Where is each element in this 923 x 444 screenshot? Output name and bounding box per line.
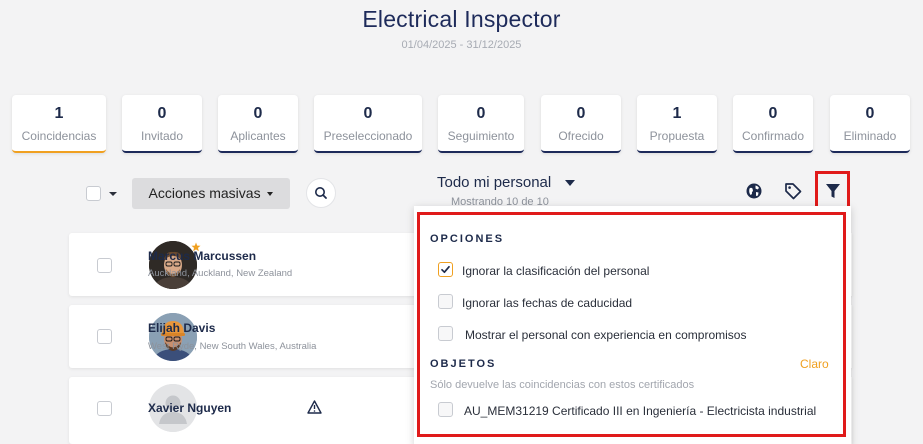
candidate-checkbox[interactable] <box>97 329 112 344</box>
filter-highlight <box>815 171 850 209</box>
candidate-name[interactable]: Marcus Marcussen <box>148 249 256 263</box>
tab-count: 0 <box>253 105 263 122</box>
tab-label: Invitado <box>140 129 184 143</box>
tab-label: Propuesta <box>649 129 705 143</box>
staff-filter-dropdown[interactable]: Todo mi personal <box>437 174 576 191</box>
search-button[interactable] <box>306 178 336 208</box>
tab-count: 0 <box>476 105 486 122</box>
tab-label: Preseleccionado <box>323 129 413 143</box>
tab-count: 0 <box>768 105 778 122</box>
tab-propuesta[interactable]: 1 Propuesta <box>637 95 717 153</box>
chevron-down-icon <box>565 180 576 187</box>
tab-label: Aplicantes <box>230 129 286 143</box>
tab-coincidencias[interactable]: 1 Coincidencias <box>12 95 106 153</box>
tab-confirmado[interactable]: 0 Confirmado <box>733 95 813 153</box>
bulk-actions-label: Acciones masivas <box>148 185 261 201</box>
tab-label: Seguimiento <box>447 129 515 143</box>
candidate-card[interactable] <box>69 233 429 296</box>
panel-highlight <box>417 212 846 437</box>
candidate-card[interactable] <box>69 305 429 368</box>
candidate-card[interactable] <box>69 377 429 444</box>
tab-seguimiento[interactable]: 0 Seguimiento <box>438 95 524 153</box>
tab-count: 0 <box>363 105 373 122</box>
candidate-location: West Ryde, New South Wales, Australia <box>148 341 317 352</box>
staff-filter-label: Todo mi personal <box>437 174 552 191</box>
candidate-checkbox[interactable] <box>97 401 112 416</box>
tab-preseleccionado[interactable]: 0 Preseleccionado <box>314 95 422 153</box>
page-title: Electrical Inspector <box>362 6 561 32</box>
candidate-name[interactable]: Xavier Nguyen <box>148 401 231 415</box>
candidate-checkbox[interactable] <box>97 258 112 273</box>
bulk-actions-button[interactable]: Acciones masivas <box>132 178 290 209</box>
tab-aplicantes[interactable]: 0 Aplicantes <box>218 95 298 153</box>
tab-label: Confirmado <box>741 129 805 143</box>
tab-count: 1 <box>672 105 682 122</box>
warning-icon <box>307 400 322 414</box>
tag-button[interactable] <box>782 180 804 202</box>
globe-icon <box>746 183 762 199</box>
tab-eliminado[interactable]: 0 Eliminado <box>830 95 910 153</box>
tag-icon <box>785 183 802 200</box>
tab-invitado[interactable]: 0 Invitado <box>122 95 202 153</box>
candidate-name[interactable]: Elijah Davis <box>148 321 215 335</box>
search-icon <box>315 187 327 199</box>
tab-label: Ofrecido <box>558 129 604 143</box>
candidate-location: Auckland, Auckland, New Zealand <box>148 268 293 279</box>
tab-count: 0 <box>157 105 167 122</box>
date-range: 01/04/2025 - 31/12/2025 <box>401 39 522 51</box>
tab-label: Coincidencias <box>21 129 97 143</box>
tab-ofrecido[interactable]: 0 Ofrecido <box>541 95 621 153</box>
select-all-checkbox[interactable] <box>86 186 101 201</box>
tab-count: 0 <box>576 105 586 122</box>
tab-label: Eliminado <box>843 129 897 143</box>
globe-button[interactable] <box>743 180 765 202</box>
select-all-dropdown-icon[interactable] <box>109 192 117 196</box>
chevron-down-icon <box>267 192 274 197</box>
tab-count: 0 <box>865 105 875 122</box>
tab-count: 1 <box>54 105 64 122</box>
